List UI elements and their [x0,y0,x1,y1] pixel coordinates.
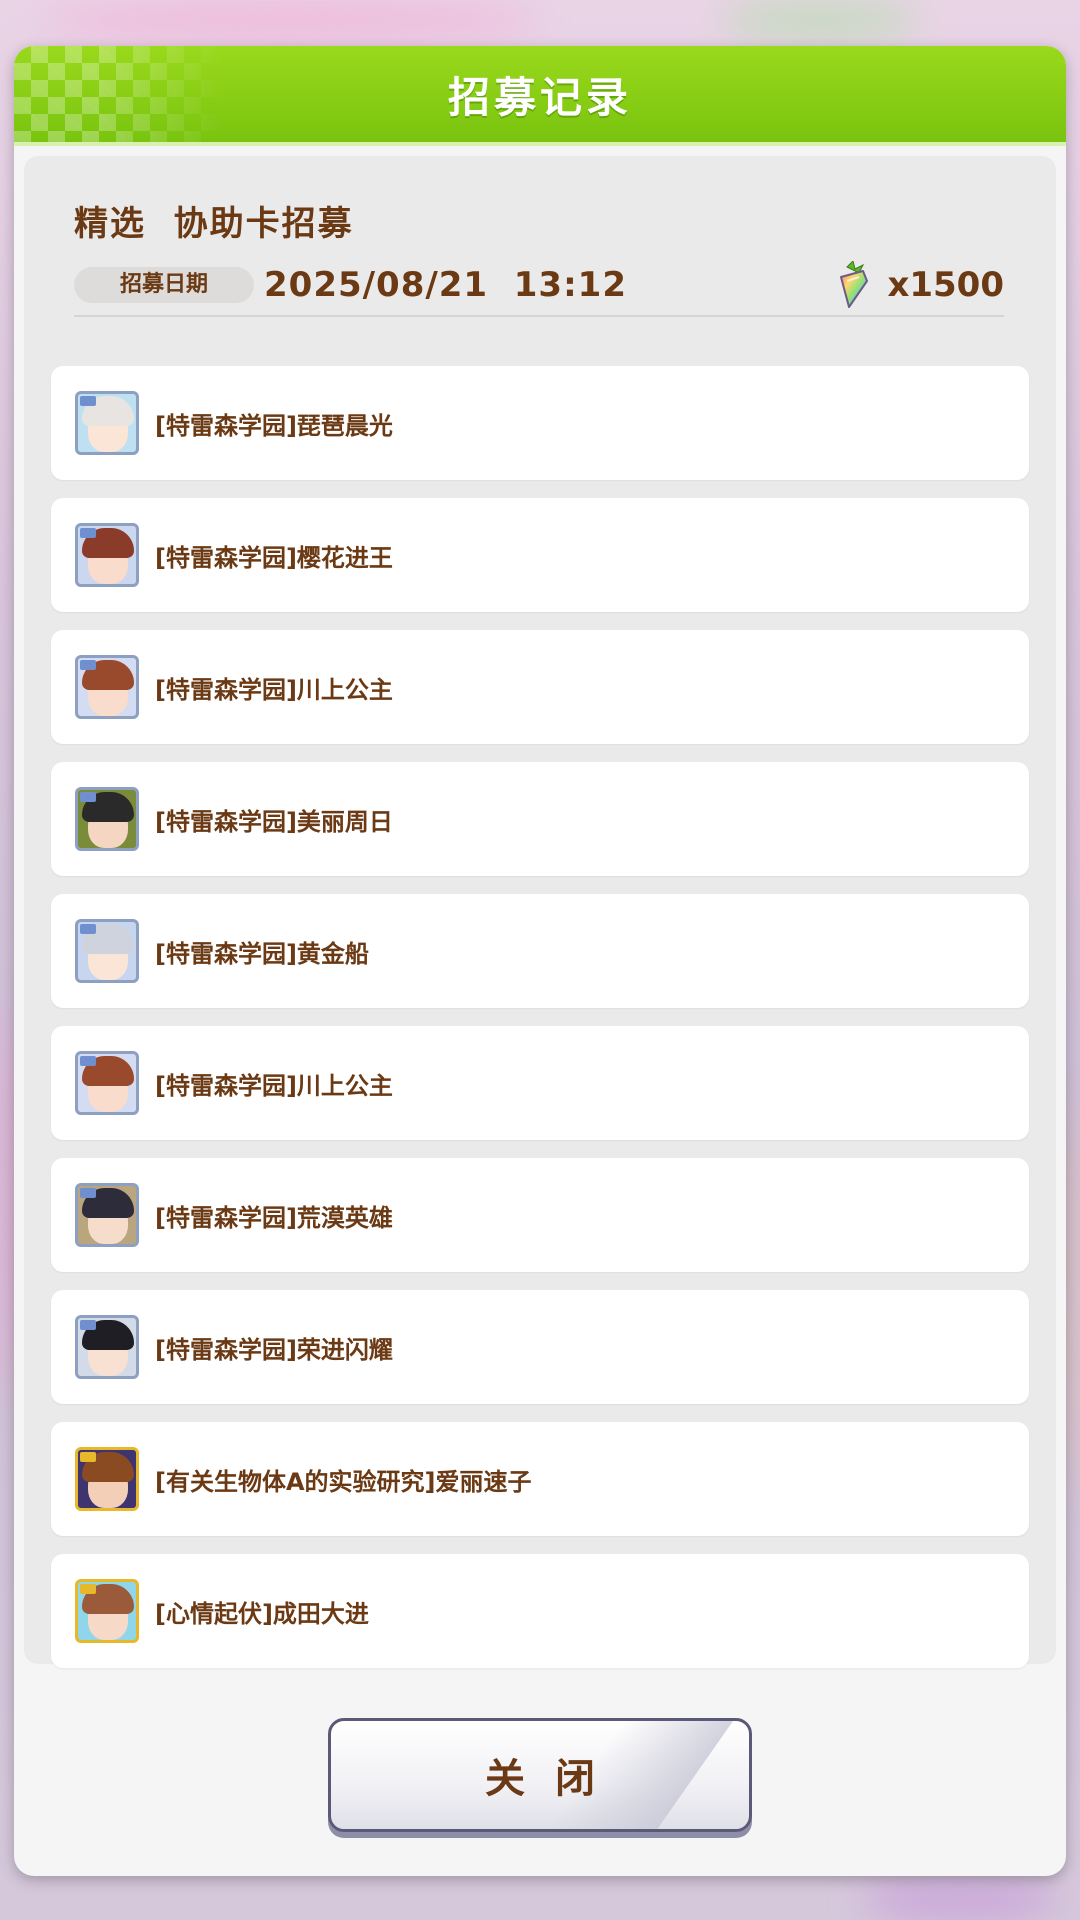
result-card-name: [心情起伏]成田大进 [155,1599,369,1628]
result-card-name: [特雷森学园]美丽周日 [155,807,393,836]
card-type-icon [80,1188,96,1198]
result-list: [特雷森学园]琵琶晨光 [特雷森学园]樱花进王 [特雷森学园]川上公主 [特雷森学园]… [51,366,1029,1686]
result-card[interactable]: [特雷森学园]川上公主 [51,630,1029,744]
support-card-avatar [75,1447,139,1511]
card-type-icon [80,1320,96,1330]
card-type-icon [80,396,96,406]
card-type-icon [80,1584,96,1594]
card-type-icon [80,660,96,670]
header-divider [14,142,1066,146]
result-card[interactable]: [特雷森学园]荣进闪耀 [51,1290,1029,1404]
gacha-name: 精选 协助卡招募 [74,204,354,244]
result-card[interactable]: [特雷森学园]美丽周日 [51,762,1029,876]
rainbow-carrot-icon [840,261,869,308]
support-card-avatar [75,655,139,719]
cost-value: x1500 [887,265,1004,305]
result-card[interactable]: [心情起伏]成田大进 [51,1554,1029,1668]
close-button-label: 关闭 [485,1756,625,1802]
info-divider [74,315,1004,317]
close-button[interactable]: 关闭 [328,1718,752,1832]
header-pattern [14,46,224,142]
support-card-avatar [75,523,139,587]
support-card-avatar [75,1579,139,1643]
gacha-history-dialog: 招募记录 精选 协助卡招募 招募日期 2025/08/21 13:12 x150… [14,46,1066,1876]
support-card-avatar [75,391,139,455]
support-card-avatar [75,1315,139,1379]
result-card[interactable]: [特雷森学园]川上公主 [51,1026,1029,1140]
result-card-name: [特雷森学园]琵琶晨光 [155,411,393,440]
support-card-avatar [75,1051,139,1115]
result-card[interactable]: [特雷森学园]琵琶晨光 [51,366,1029,480]
card-type-icon [80,792,96,802]
result-card[interactable]: [特雷森学园]荒漠英雄 [51,1158,1029,1272]
date-row: 招募日期 2025/08/21 13:12 x1500 [74,261,1004,309]
card-type-icon [80,1452,96,1462]
card-type-icon [80,924,96,934]
card-type-icon [80,1056,96,1066]
result-card[interactable]: [特雷森学园]樱花进王 [51,498,1029,612]
result-card-name: [特雷森学园]川上公主 [155,1071,393,1100]
record-info: 精选 协助卡招募 招募日期 2025/08/21 13:12 x1500 [74,196,1004,317]
result-card-name: [特雷森学园]黄金船 [155,939,369,968]
result-card[interactable]: [有关生物体A的实验研究]爱丽速子 [51,1422,1029,1536]
date-label: 招募日期 [74,267,254,303]
support-card-avatar [75,787,139,851]
cost: x1500 [833,261,1004,309]
result-card-name: [特雷森学园]川上公主 [155,675,393,704]
support-card-avatar [75,919,139,983]
result-card-name: [特雷森学园]樱花进王 [155,543,393,572]
record-panel: 精选 协助卡招募 招募日期 2025/08/21 13:12 x1500 [特雷… [24,156,1056,1668]
result-card[interactable]: [特雷森学园]黄金船 [51,894,1029,1008]
card-type-icon [80,528,96,538]
result-card-name: [有关生物体A的实验研究]爱丽速子 [155,1467,532,1496]
result-card-name: [特雷森学园]荣进闪耀 [155,1335,393,1364]
support-card-avatar [75,1183,139,1247]
result-card-name: [特雷森学园]荒漠英雄 [155,1203,393,1232]
date-value: 2025/08/21 13:12 [264,265,627,305]
dialog-title: 招募记录 [447,72,632,122]
dialog-header: 招募记录 [14,46,1066,142]
